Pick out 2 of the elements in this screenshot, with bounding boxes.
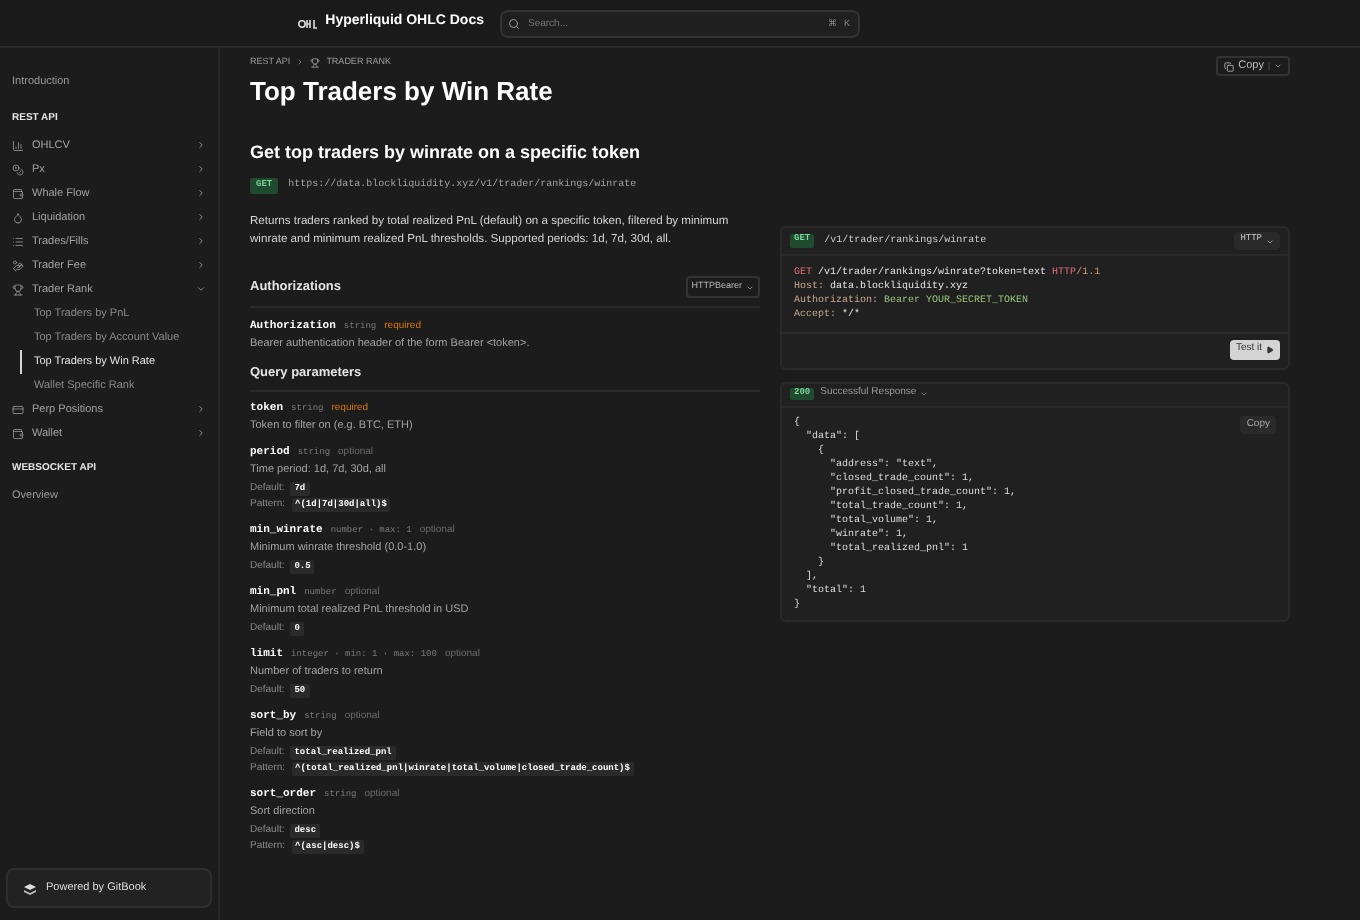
page-title: Top Traders by Win Rate <box>250 76 555 108</box>
endpoint-heading: Get top traders by winrate on a specific token <box>250 140 643 166</box>
